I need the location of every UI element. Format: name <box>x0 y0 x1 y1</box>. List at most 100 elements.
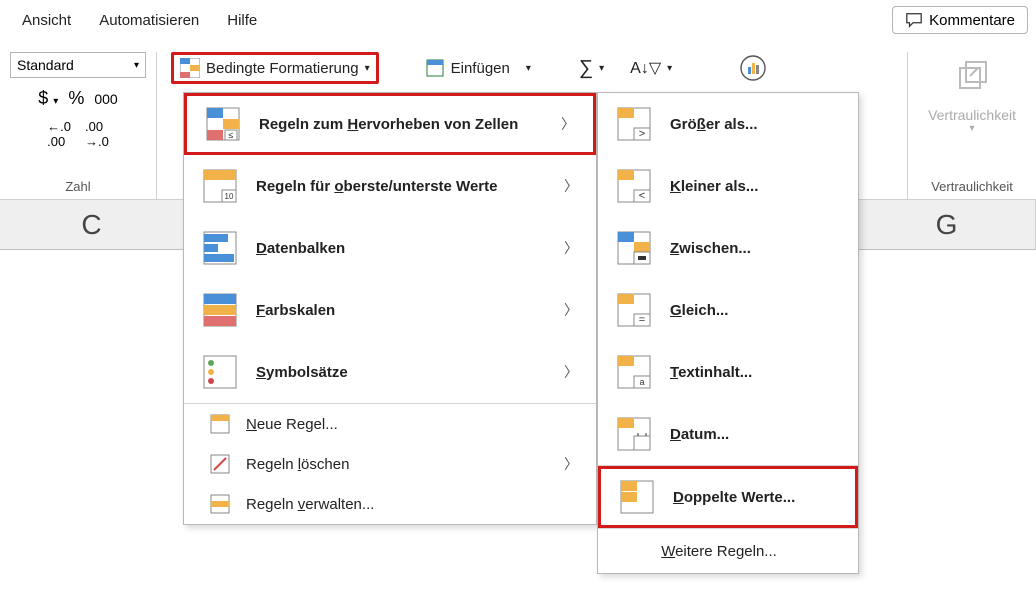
number-format-value: Standard <box>17 57 74 73</box>
cond-format-label: Bedingte Formatierung <box>206 60 359 77</box>
colorscales-icon <box>202 292 238 328</box>
insert-button[interactable]: Einfügen ▾ <box>421 52 535 84</box>
menu-label: Größer als... <box>670 116 758 133</box>
date-item[interactable]: Datum... <box>598 403 858 465</box>
highlight-cells-icon: ≤ <box>205 106 241 142</box>
between-item[interactable]: Zwischen... <box>598 217 858 279</box>
vertraulichkeit-group: Vertraulichkeit ▾ Vertraulichkeit <box>907 52 1036 200</box>
number-format-select[interactable]: Standard ▾ <box>10 52 146 78</box>
insert-icon <box>425 58 445 78</box>
svg-text:a: a <box>639 377 644 387</box>
duplicate-values-item[interactable]: Doppelte Werte... <box>598 466 858 528</box>
text-contains-item[interactable]: a Textinhalt... <box>598 341 858 403</box>
date-icon <box>616 416 652 452</box>
sigma-icon: ∑ <box>579 57 593 80</box>
menubar: Ansicht Automatisieren Hilfe Kommentare <box>0 0 1036 40</box>
menu-label: Kleiner als... <box>670 178 758 195</box>
menu-label: Regeln für oberste/unterste Werte <box>256 178 497 195</box>
zahl-group: Standard ▾ $ ▾ % 000 ←.0.00 .00→.0 Zahl <box>0 52 157 200</box>
top-bottom-rules-item[interactable]: 10 Regeln für oberste/unterste Werte 〉 <box>184 155 596 217</box>
manage-rules-item[interactable]: Regeln verwalten... <box>184 484 596 524</box>
comment-icon <box>905 11 923 29</box>
svg-text:>: > <box>639 128 645 140</box>
vertraulichkeit-group-label: Vertraulichkeit <box>931 179 1013 200</box>
menu-hilfe[interactable]: Hilfe <box>213 6 271 35</box>
less-than-item[interactable]: < Kleiner als... <box>598 155 858 217</box>
analyze-icon <box>738 53 768 83</box>
thousands-icon[interactable]: 000 <box>94 91 117 107</box>
chevron-right-icon: 〉 <box>561 114 575 134</box>
chevron-right-icon: 〉 <box>564 300 578 320</box>
chevron-down-icon: ▾ <box>970 123 975 134</box>
highlight-cells-rules-item[interactable]: ≤ Regeln zum Hervorheben von Zellen 〉 <box>184 93 596 155</box>
kommentare-label: Kommentare <box>929 12 1015 29</box>
data-bars-item[interactable]: Datenbalken 〉 <box>184 217 596 279</box>
menu-label: Gleich... <box>670 302 728 319</box>
equal-to-item[interactable]: = Gleich... <box>598 279 858 341</box>
ribbon-buttons: Bedingte Formatierung ▾ Einfügen ▾ ∑ ▾ A… <box>157 52 772 84</box>
between-icon <box>616 230 652 266</box>
new-rule-item[interactable]: Neue Regel... <box>184 404 596 444</box>
kommentare-button[interactable]: Kommentare <box>892 6 1028 34</box>
menu-automatisieren[interactable]: Automatisieren <box>85 6 213 35</box>
sort-filter-icon: A↓▽ <box>630 58 661 78</box>
chevron-down-icon: ▾ <box>667 63 672 74</box>
conditional-format-menu: ≤ Regeln zum Hervorheben von Zellen 〉 10… <box>183 92 597 525</box>
menu-label: Regeln löschen <box>246 456 349 473</box>
menu-label: Regeln verwalten... <box>246 496 374 513</box>
icon-sets-item[interactable]: Symbolsätze 〉 <box>184 341 596 403</box>
menu-label: Symbolsätze <box>256 364 348 381</box>
menu-label: Doppelte Werte... <box>673 489 795 506</box>
autosum-button[interactable]: ∑ ▾ <box>575 52 608 84</box>
text-icon: a <box>616 354 652 390</box>
svg-text:10: 10 <box>225 192 234 201</box>
menu-label: Regeln zum Hervorheben von Zellen <box>259 116 518 133</box>
menu-label: Datenbalken <box>256 240 345 257</box>
chevron-down-icon: ▾ <box>365 63 370 74</box>
menu-label: Farbskalen <box>256 302 335 319</box>
iconsets-icon <box>202 354 238 390</box>
vertraulichkeit-label: Vertraulichkeit <box>928 107 1016 123</box>
menu-label: Neue Regel... <box>246 416 338 433</box>
menu-label: Textinhalt... <box>670 364 752 381</box>
managerules-icon <box>210 494 230 514</box>
duplicate-icon <box>619 479 655 515</box>
svg-text:<: < <box>639 190 645 202</box>
newrule-icon <box>210 414 230 434</box>
menu-label: Datum... <box>670 426 729 443</box>
sort-filter-button[interactable]: A↓▽ ▾ <box>626 52 676 84</box>
analyze-button[interactable] <box>734 52 772 84</box>
conditional-formatting-button[interactable]: Bedingte Formatierung ▾ <box>171 52 379 84</box>
chevron-down-icon: ▾ <box>526 63 531 74</box>
chevron-right-icon: 〉 <box>564 176 578 196</box>
column-header[interactable]: G <box>858 200 1036 249</box>
chevron-right-icon: 〉 <box>564 238 578 258</box>
greater-icon: > <box>616 106 652 142</box>
menu-label: Weitere Regeln... <box>661 543 777 560</box>
color-scales-item[interactable]: Farbskalen 〉 <box>184 279 596 341</box>
less-icon: < <box>616 168 652 204</box>
top-bottom-icon: 10 <box>202 168 238 204</box>
increase-decimal-icon[interactable]: ←.0.00 <box>47 119 71 149</box>
column-header[interactable]: C <box>0 200 184 249</box>
insert-label: Einfügen <box>451 60 510 77</box>
currency-icon[interactable]: $ ▾ <box>38 88 58 109</box>
more-rules-item[interactable]: Weitere Regeln... <box>598 529 858 573</box>
percent-icon[interactable]: % <box>68 88 84 109</box>
chevron-down-icon: ▾ <box>599 63 604 74</box>
svg-text:=: = <box>639 314 645 326</box>
sensitivity-icon[interactable] <box>952 56 992 105</box>
menu-label: Zwischen... <box>670 240 751 257</box>
clear-rules-item[interactable]: Regeln löschen 〉 <box>184 444 596 484</box>
chevron-right-icon: 〉 <box>564 454 578 474</box>
zahl-group-label: Zahl <box>65 179 90 200</box>
chevron-down-icon: ▾ <box>134 60 139 71</box>
cond-format-icon <box>180 58 200 78</box>
clearrules-icon <box>210 454 230 474</box>
decrease-decimal-icon[interactable]: .00→.0 <box>85 119 109 149</box>
databars-icon <box>202 230 238 266</box>
svg-text:≤: ≤ <box>229 130 234 140</box>
menu-ansicht[interactable]: Ansicht <box>8 6 85 35</box>
greater-than-item[interactable]: > Größer als... <box>598 93 858 155</box>
chevron-right-icon: 〉 <box>564 362 578 382</box>
